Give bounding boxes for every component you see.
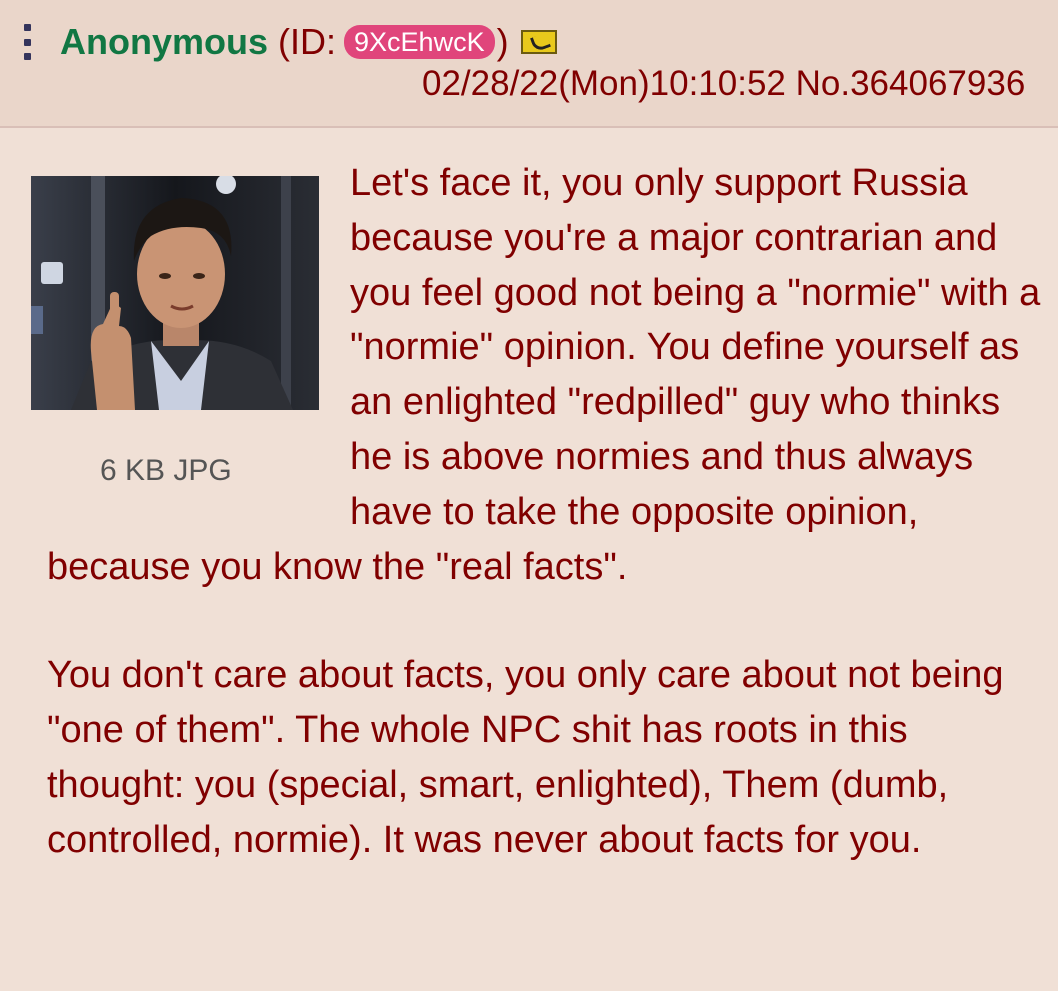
post-number-link[interactable]: No.364067936 — [796, 64, 1026, 103]
gadsden-flag-icon — [520, 30, 557, 54]
poster-info: Anonymous (ID: 9XcEhwcK ) — [60, 18, 557, 66]
post-menu-icon[interactable] — [22, 24, 32, 60]
comment-paragraph: You don't care about facts, you only car… — [47, 654, 1004, 861]
poster-id-badge[interactable]: 9XcEhwcK — [344, 25, 495, 59]
id-label: (ID: — [278, 21, 337, 62]
post-comment: Let's face it, you only support Russia b… — [47, 156, 1047, 868]
post-datetime: 02/28/22(Mon)10:10:52 — [422, 64, 786, 103]
id-close: ) — [496, 21, 509, 62]
poster-name: Anonymous — [60, 21, 269, 62]
post-header: Anonymous (ID: 9XcEhwcK ) 02/28/22(Mon)1… — [0, 0, 1058, 128]
post-meta: 02/28/22(Mon)10:10:52 No.364067936 — [422, 62, 1025, 106]
